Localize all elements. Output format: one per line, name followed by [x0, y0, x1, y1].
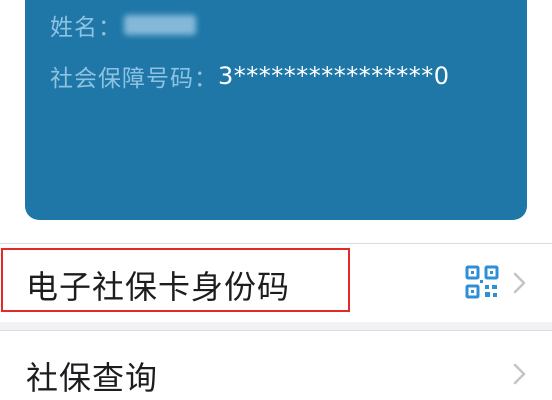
- name-row: 姓名：: [50, 8, 196, 42]
- chevron-right-icon: [513, 272, 526, 294]
- social-security-screen: 姓名： 社会保障号码： 3****************0 电子社保卡身份码: [0, 0, 552, 400]
- menu-item-label: 社保查询: [26, 359, 159, 397]
- ssn-row: 社会保障号码： 3****************0: [50, 56, 450, 96]
- qr-code-icon: [465, 265, 499, 299]
- highlight-annotation-box: [1, 248, 350, 312]
- chevron-right-icon: [513, 363, 526, 385]
- ssn-label: 社会保障号码：: [50, 66, 218, 92]
- social-security-card: 姓名： 社会保障号码： 3****************0: [25, 0, 527, 220]
- ssn-value: 3****************0: [218, 62, 450, 90]
- name-value-blurred: [124, 15, 196, 35]
- name-label: 姓名：: [50, 15, 122, 41]
- menu-item-social-security-query[interactable]: 社保查询: [0, 330, 552, 400]
